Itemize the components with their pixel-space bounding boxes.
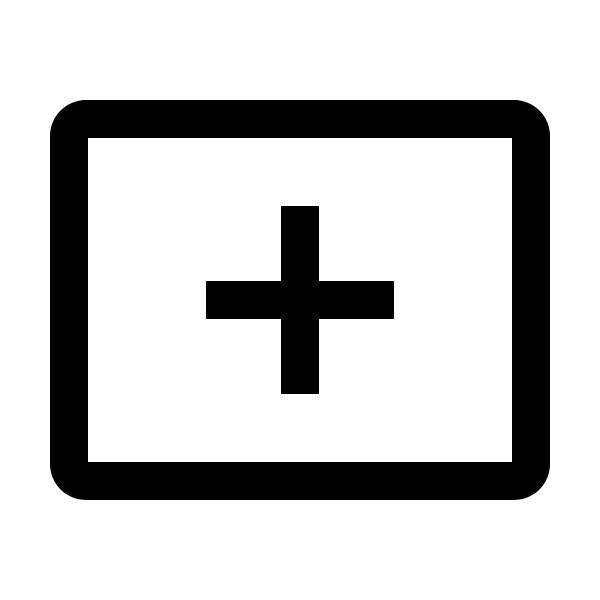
plus-icon-horizontal-bar — [206, 281, 394, 319]
add-frame-icon[interactable] — [0, 0, 600, 600]
